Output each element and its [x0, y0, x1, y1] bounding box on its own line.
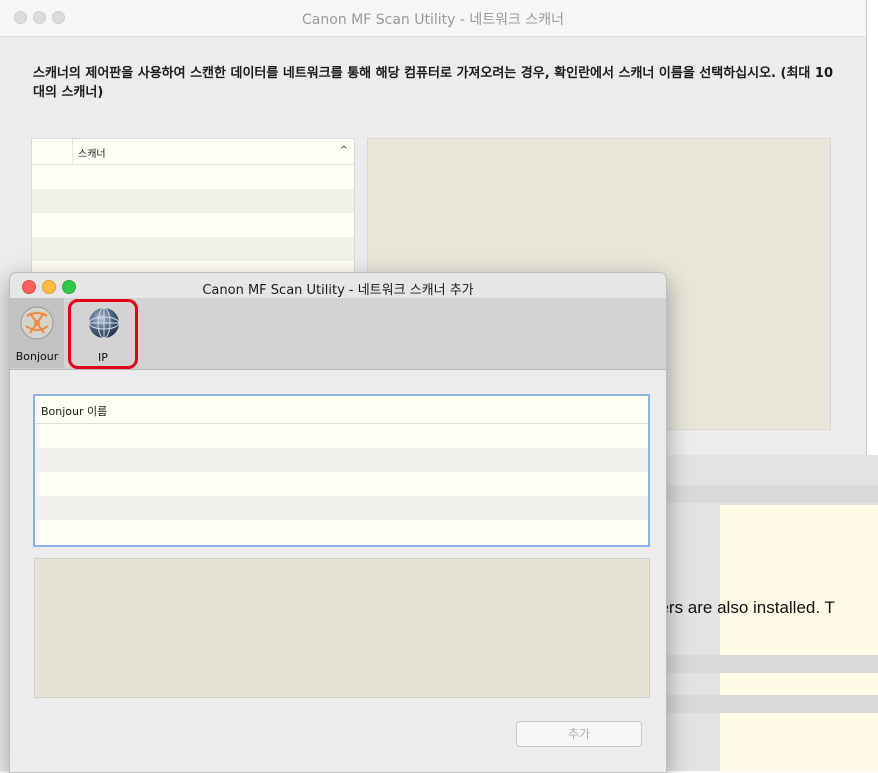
add-button[interactable]: 추가: [516, 721, 642, 747]
sort-ascending-icon[interactable]: ^: [340, 145, 348, 156]
list-row[interactable]: [32, 213, 354, 237]
add-network-scanner-dialog: Canon MF Scan Utility - 네트워크 스캐너 추가 Bonj…: [9, 272, 667, 773]
scanner-list[interactable]: 스캐너 ^: [31, 138, 355, 290]
ip-tab-label: IP: [98, 351, 108, 364]
instruction-text: 스캐너의 제어판을 사용하여 스캔한 데이터를 네트워크를 통해 해당 컴퓨터로…: [33, 66, 834, 100]
bonjour-list-header[interactable]: Bonjour 이름: [35, 396, 648, 424]
dialog-toolbar: Bonjour IP: [10, 298, 666, 370]
window-titlebar: Canon MF Scan Utility - 네트워크 스캐너: [0, 0, 866, 37]
bonjour-name-column-label: Bonjour 이름: [41, 405, 108, 418]
list-row[interactable]: [35, 496, 648, 520]
list-row[interactable]: [35, 520, 648, 544]
bonjour-tab[interactable]: Bonjour: [10, 298, 64, 368]
list-row[interactable]: [32, 237, 354, 261]
scanner-column-label: 스캐너: [78, 149, 106, 160]
ip-tab[interactable]: IP: [68, 299, 138, 369]
bonjour-name-list[interactable]: Bonjour 이름: [33, 394, 650, 547]
bonjour-tab-label: Bonjour: [15, 350, 59, 363]
list-row[interactable]: [35, 424, 648, 448]
window-title: Canon MF Scan Utility - 네트워크 스캐너: [302, 12, 564, 28]
list-row[interactable]: [32, 189, 354, 213]
list-row[interactable]: [35, 448, 648, 472]
list-row[interactable]: [32, 165, 354, 189]
dialog-title: Canon MF Scan Utility - 네트워크 스캐너 추가: [202, 283, 474, 298]
list-row[interactable]: [35, 472, 648, 496]
scanner-list-header[interactable]: 스캐너 ^: [32, 139, 354, 165]
dialog-titlebar: Canon MF Scan Utility - 네트워크 스캐너 추가: [10, 273, 666, 298]
bonjour-icon: [20, 306, 54, 340]
dialog-details-panel: [34, 558, 650, 698]
globe-icon: [88, 307, 120, 339]
installer-text-fragment: hers are also installed. T: [650, 598, 835, 617]
